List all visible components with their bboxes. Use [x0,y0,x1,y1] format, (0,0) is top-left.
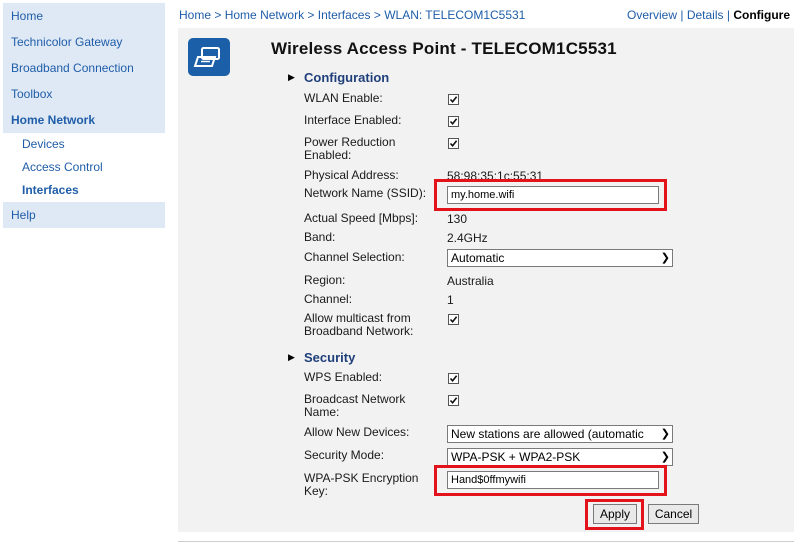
sidebar-item-broadband-connection[interactable]: Broadband Connection [3,55,165,81]
interface-enabled-label: Interface Enabled: [304,113,402,127]
region-label: Region: [304,273,346,287]
network-name-label: Network Name (SSID): [304,186,427,200]
channel-selection-dropdown[interactable]: Automatic ❯ [447,249,673,267]
channel-label: Channel: [304,292,353,306]
chevron-down-icon: ❯ [660,252,670,264]
security-expand-icon[interactable]: ▶ [288,352,295,363]
sidebar-subitem-access-control[interactable]: Access Control [3,156,165,179]
allow-new-devices-value: New stations are allowed (automatic [451,427,644,441]
security-mode-value: WPA-PSK + WPA2-PSK [451,450,581,464]
encryption-key-label: WPA-PSK Encryption Key: [304,472,418,498]
region-value: Australia [447,274,494,288]
allow-new-devices-label: Allow New Devices: [304,425,410,439]
breadcrumb: Home > Home Network > Interfaces > WLAN:… [179,8,525,22]
channel-selection-value: Automatic [451,251,505,265]
encryption-key-input[interactable] [447,471,659,489]
wlan-enable-checkbox[interactable] [448,94,459,105]
band-label: Band: [304,230,336,244]
power-reduction-label: Power Reduction Enabled: [304,136,395,162]
breadcrumb-interfaces[interactable]: Interfaces [318,8,371,22]
network-name-input[interactable] [447,186,659,204]
view-overview-link[interactable]: Overview [627,8,677,22]
view-separator: | [726,8,730,22]
sidebar: Home Technicolor Gateway Broadband Conne… [3,3,165,228]
breadcrumb-separator: > [214,8,222,22]
view-separator: | [680,8,684,22]
breadcrumb-separator: > [373,8,381,22]
main-panel: Wireless Access Point - TELECOM1C5531 ▶ … [178,28,794,532]
breadcrumb-separator: > [307,8,315,22]
wlan-enable-label: WLAN Enable: [304,91,383,105]
sidebar-help-section: Help [3,202,165,228]
breadcrumb-current[interactable]: WLAN: TELECOM1C5531 [384,8,525,22]
sidebar-item-toolbox[interactable]: Toolbox [3,81,165,107]
actual-speed-value: 130 [447,212,468,226]
sidebar-item-technicolor-gateway[interactable]: Technicolor Gateway [3,29,165,55]
power-reduction-checkbox[interactable] [448,138,459,149]
sidebar-sub-nav: Devices Access Control Interfaces [3,133,165,202]
configuration-expand-icon[interactable]: ▶ [288,72,295,83]
interface-enabled-checkbox[interactable] [448,116,459,127]
broadcast-name-checkbox[interactable] [448,395,459,406]
sidebar-item-help[interactable]: Help [3,202,165,228]
allow-multicast-label: Allow multicast from Broadband Network: [304,312,413,338]
security-heading[interactable]: Security [304,350,355,365]
allow-multicast-checkbox[interactable] [448,314,459,325]
actual-speed-label: Actual Speed [Mbps]: [304,211,419,225]
allow-multicast-label-line2: Broadband Network: [304,324,414,338]
wps-enabled-checkbox[interactable] [448,373,459,384]
view-switcher: Overview | Details | Configure [627,8,790,22]
view-configure-link[interactable]: Configure [733,8,790,22]
breadcrumb-home-network[interactable]: Home Network [225,8,304,22]
band-value: 2.4GHz [447,231,488,245]
breadcrumb-home[interactable]: Home [179,8,211,22]
chevron-down-icon: ❯ [660,428,670,440]
wps-enabled-label: WPS Enabled: [304,370,383,384]
encryption-key-label-line2: Key: [304,484,329,498]
sidebar-item-home[interactable]: Home [3,3,165,29]
footer-divider [178,541,794,542]
sidebar-main-nav: Home Technicolor Gateway Broadband Conne… [3,3,165,133]
security-mode-dropdown[interactable]: WPA-PSK + WPA2-PSK ❯ [447,448,673,466]
power-reduction-label-line2: Enabled: [304,148,352,162]
wireless-access-point-icon [188,38,230,76]
broadcast-name-label-line2: Name: [304,405,340,419]
apply-button[interactable]: Apply [593,504,637,524]
sidebar-subitem-devices[interactable]: Devices [3,133,165,156]
security-mode-label: Security Mode: [304,448,385,462]
sidebar-item-home-network[interactable]: Home Network [3,107,165,133]
channel-selection-label: Channel Selection: [304,250,405,264]
broadcast-name-label: Broadcast Network Name: [304,393,405,419]
page-title: Wireless Access Point - TELECOM1C5531 [271,39,617,58]
channel-value: 1 [447,293,454,307]
chevron-down-icon: ❯ [660,451,670,463]
sidebar-subitem-interfaces[interactable]: Interfaces [3,179,165,202]
configuration-heading[interactable]: Configuration [304,70,389,85]
allow-new-devices-dropdown[interactable]: New stations are allowed (automatic ❯ [447,425,673,443]
physical-address-label: Physical Address: [304,168,399,182]
view-details-link[interactable]: Details [687,8,724,22]
cancel-button[interactable]: Cancel [648,504,699,524]
